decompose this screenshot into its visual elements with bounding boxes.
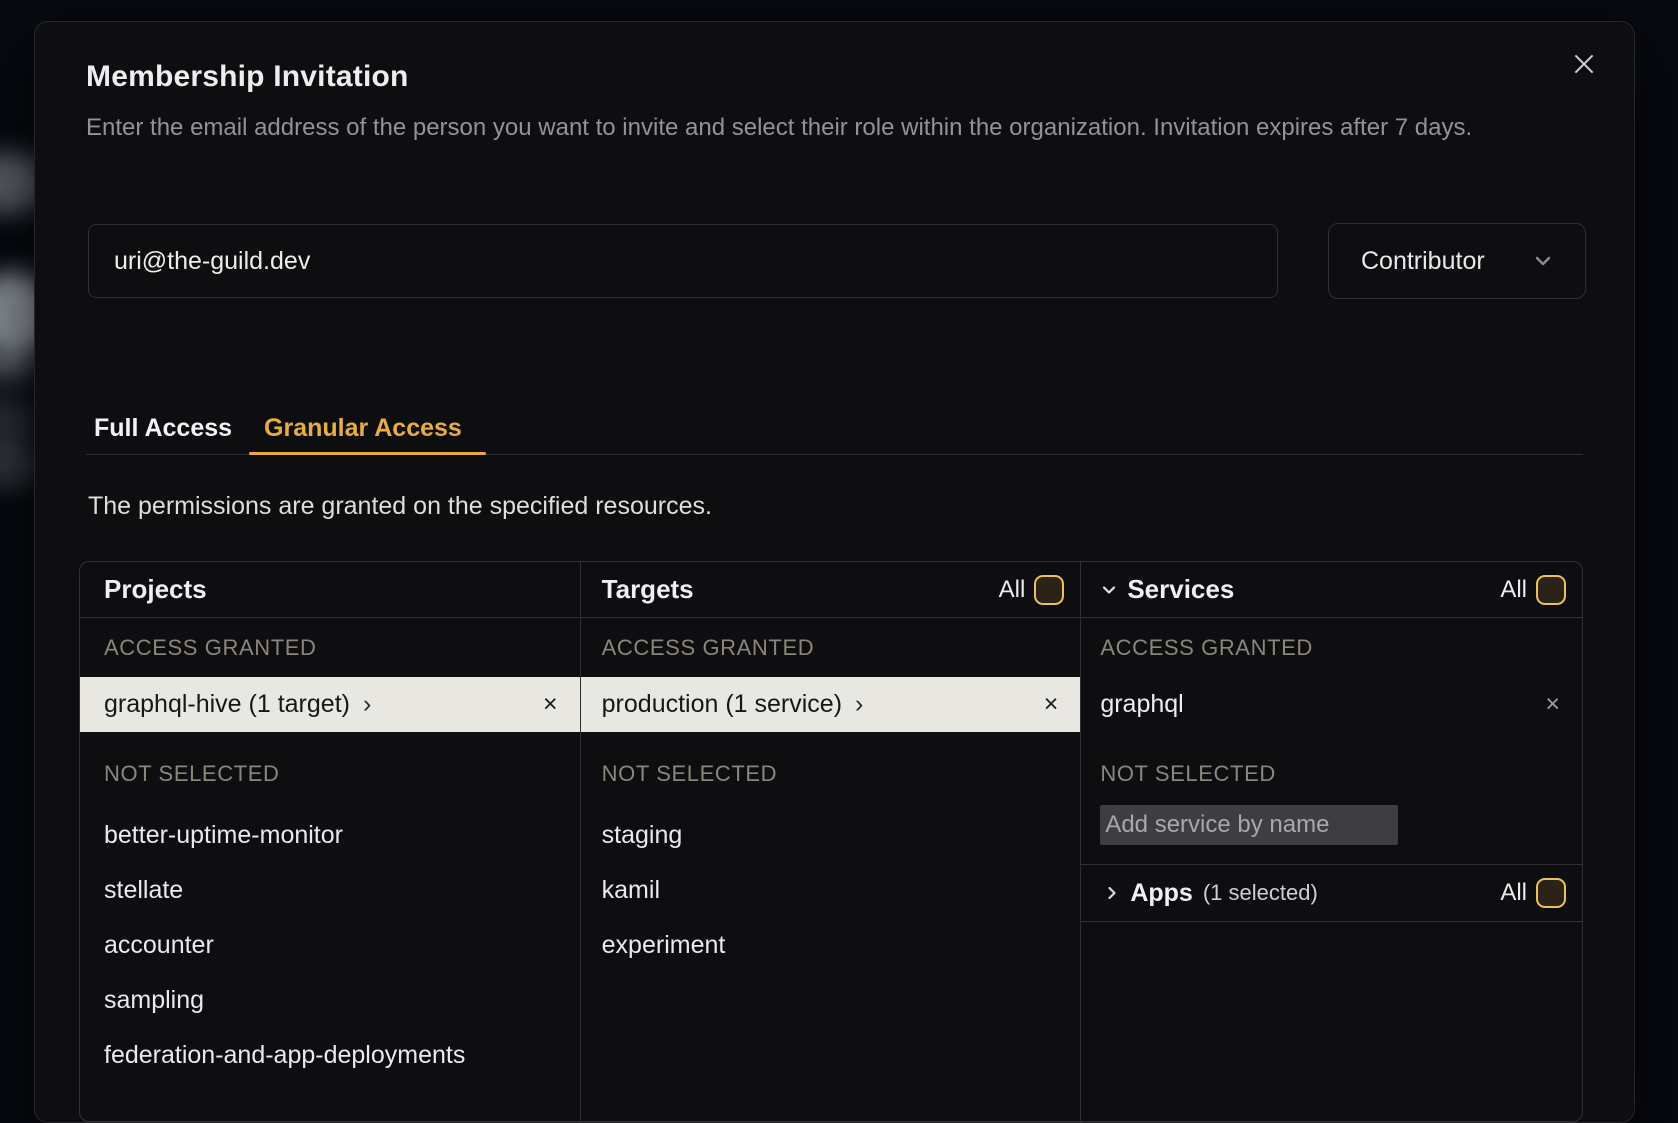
access-tabs: Full Access Granular Access xyxy=(94,414,462,443)
remove-icon[interactable]: × xyxy=(1044,690,1059,719)
list-item[interactable]: better-uptime-monitor xyxy=(80,808,580,863)
targets-column: Targets All ACCESS GRANTED production (1… xyxy=(581,562,1082,1121)
tab-granular-access[interactable]: Granular Access xyxy=(264,414,462,443)
membership-invitation-dialog: Membership Invitation Enter the email ad… xyxy=(34,21,1635,1123)
active-tab-underline xyxy=(249,452,486,455)
list-item[interactable]: experiment xyxy=(581,918,1081,973)
chevron-right-icon xyxy=(1104,885,1120,901)
background-blur-shape xyxy=(0,346,36,382)
apps-title: Apps xyxy=(1130,879,1193,908)
access-granted-label: ACCESS GRANTED xyxy=(1081,618,1582,677)
projects-column-header: Projects xyxy=(80,562,580,618)
selected-project-row[interactable]: graphql-hive (1 target) › × xyxy=(80,677,580,732)
dialog-description: Enter the email address of the person yo… xyxy=(86,108,1601,148)
not-selected-label: NOT SELECTED xyxy=(1081,732,1582,800)
resources-panel: Projects ACCESS GRANTED graphql-hive (1 … xyxy=(79,561,1583,1122)
selected-project-name: graphql-hive (1 target) xyxy=(104,690,350,719)
list-item[interactable]: kamil xyxy=(581,863,1081,918)
background-blur-shape xyxy=(0,398,36,440)
services-all-label: All xyxy=(1500,576,1527,604)
background-blur-shape xyxy=(0,436,38,488)
targets-all-label: All xyxy=(999,576,1026,604)
apps-all-checkbox[interactable] xyxy=(1536,878,1566,908)
selected-target-row[interactable]: production (1 service) › × xyxy=(581,677,1081,732)
list-item[interactable]: staging xyxy=(581,808,1081,863)
chevron-down-icon xyxy=(1100,581,1118,599)
not-selected-label: NOT SELECTED xyxy=(581,732,1081,800)
add-service-input[interactable] xyxy=(1100,805,1398,845)
list-item[interactable]: accounter xyxy=(80,918,580,973)
targets-column-title: Targets xyxy=(602,574,694,605)
tab-full-access[interactable]: Full Access xyxy=(94,414,232,443)
apps-all-label: All xyxy=(1500,879,1527,907)
role-select[interactable]: Contributor xyxy=(1328,223,1586,299)
close-button[interactable] xyxy=(1565,45,1603,83)
granted-service-name: graphql xyxy=(1100,690,1183,719)
add-service-section xyxy=(1081,800,1582,865)
list-item[interactable]: federation-and-app-deployments xyxy=(80,1028,580,1083)
chevron-right-icon: › xyxy=(363,690,371,719)
selected-target-name: production (1 service) xyxy=(602,690,842,719)
targets-all-group: All xyxy=(999,575,1065,605)
list-item[interactable]: stellate xyxy=(80,863,580,918)
apps-row[interactable]: Apps (1 selected) All xyxy=(1081,865,1582,922)
services-column-title: Services xyxy=(1127,574,1234,605)
projects-column-title: Projects xyxy=(104,574,207,605)
services-all-group: All xyxy=(1500,575,1566,605)
access-granted-label: ACCESS GRANTED xyxy=(80,618,580,677)
permissions-note: The permissions are granted on the speci… xyxy=(88,492,712,521)
services-all-checkbox[interactable] xyxy=(1536,575,1566,605)
list-item[interactable]: sampling xyxy=(80,973,580,1028)
apps-selected-count: (1 selected) xyxy=(1203,880,1318,906)
remove-icon[interactable]: × xyxy=(1545,690,1560,719)
role-select-value: Contributor xyxy=(1361,247,1485,276)
apps-all-group: All xyxy=(1500,878,1566,908)
remove-icon[interactable]: × xyxy=(543,690,558,719)
services-column: Services All ACCESS GRANTED graphql × NO… xyxy=(1081,562,1582,1121)
granted-service-row: graphql × xyxy=(1081,677,1582,732)
services-column-header[interactable]: Services All xyxy=(1081,562,1582,618)
targets-not-selected-list: staging kamil experiment xyxy=(581,800,1081,973)
access-granted-label: ACCESS GRANTED xyxy=(581,618,1081,677)
page-background: { "dialog": { "title": "Membership Invit… xyxy=(0,0,1678,1076)
chevron-down-icon xyxy=(1531,249,1555,273)
targets-all-checkbox[interactable] xyxy=(1034,575,1064,605)
targets-column-header: Targets All xyxy=(581,562,1081,618)
dialog-title: Membership Invitation xyxy=(86,60,409,94)
projects-column: Projects ACCESS GRANTED graphql-hive (1 … xyxy=(80,562,581,1121)
invite-email-input[interactable] xyxy=(88,224,1278,298)
projects-not-selected-list: better-uptime-monitor stellate accounter… xyxy=(80,800,580,1083)
close-icon xyxy=(1573,53,1595,75)
chevron-right-icon: › xyxy=(855,690,863,719)
not-selected-label: NOT SELECTED xyxy=(80,732,580,800)
